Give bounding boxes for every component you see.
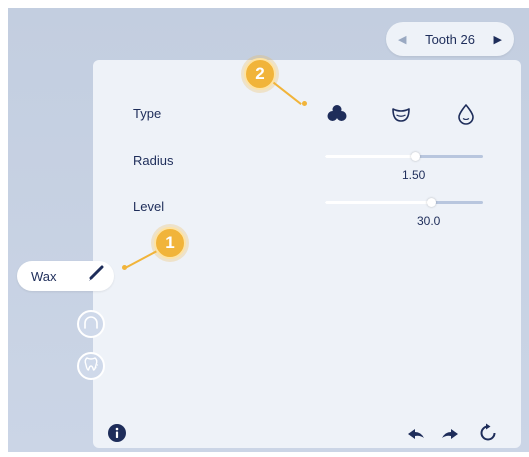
arch-icon xyxy=(83,314,99,335)
settings-panel: Type Radius 1.50 Level 30.0 xyxy=(93,60,521,448)
previous-tooth-icon[interactable]: ◀ xyxy=(398,33,406,46)
brush-icon xyxy=(86,265,104,288)
level-slider-thumb[interactable] xyxy=(427,198,436,207)
radius-label: Radius xyxy=(133,153,174,168)
redo-icon[interactable] xyxy=(440,426,460,447)
reset-icon[interactable] xyxy=(478,423,498,448)
callout-2-dot xyxy=(302,101,307,106)
type-label: Type xyxy=(133,106,162,121)
drop-shape-icon[interactable] xyxy=(454,102,478,126)
callout-1-dot xyxy=(122,265,127,270)
tooth-sparkle-icon xyxy=(83,356,99,377)
level-slider[interactable] xyxy=(325,195,483,209)
radius-slider-fill xyxy=(325,155,415,158)
radius-slider-thumb[interactable] xyxy=(411,152,420,161)
radius-value: 1.50 xyxy=(402,168,426,182)
blob-cluster-icon[interactable] xyxy=(325,102,349,126)
callout-2-badge: 2 xyxy=(244,58,276,90)
tooth-label: Tooth 26 xyxy=(425,31,475,47)
viewport: ◀ Tooth 26 ▶ Type Radius 1.50 Level 30.0… xyxy=(8,8,529,452)
next-tooth-icon[interactable]: ▶ xyxy=(494,33,502,46)
wax-label: Wax xyxy=(31,268,57,284)
level-slider-fill xyxy=(325,201,431,204)
cup-shape-icon[interactable] xyxy=(389,102,413,126)
radius-slider[interactable] xyxy=(325,149,483,163)
callout-1-badge: 1 xyxy=(154,227,186,259)
level-value: 30.0 xyxy=(417,214,441,228)
level-label: Level xyxy=(133,199,165,214)
wax-tool-button[interactable]: Wax xyxy=(17,261,114,291)
undo-icon[interactable] xyxy=(406,426,426,447)
info-icon[interactable] xyxy=(108,424,126,447)
arch-tool-button[interactable] xyxy=(77,310,105,338)
tooth-navigator: ◀ Tooth 26 ▶ xyxy=(386,22,514,56)
tooth-tool-button[interactable] xyxy=(77,352,105,380)
